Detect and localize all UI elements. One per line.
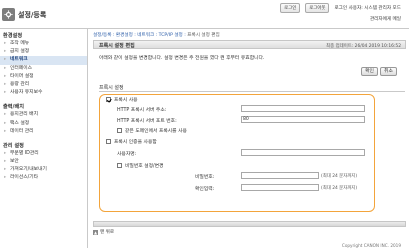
sidebar-item[interactable]: 용지관리 배치 bbox=[0, 111, 87, 119]
proxy-settings-header: 프록시 설정 bbox=[99, 84, 405, 92]
breadcrumb: 설정/등록 : 환경설정 : 네트워크 : TCP/IP 설정 : 프록시 설정… bbox=[93, 32, 220, 38]
sidebar-item[interactable]: 급지 설정 bbox=[0, 48, 87, 56]
sidebar-group-title: 환경설정 bbox=[3, 33, 23, 39]
section-title: 프록시 설정 편집 bbox=[99, 43, 135, 49]
sidebar: 환경설정조작 메뉴급지 설정네트워크인터페이스타이머 설정용량 관리사용자 유지… bbox=[0, 29, 88, 248]
confirm-password-label: 확인입력: bbox=[195, 187, 215, 192]
username-input[interactable] bbox=[241, 149, 365, 156]
section-header: 프록시 설정 편집 최종 업데이트: 26/04 2019 10:16:52 bbox=[93, 40, 406, 49]
sidebar-item[interactable]: 사용자 유지보수 bbox=[0, 89, 87, 97]
copyright-text: Copyright CANON INC. 2019 bbox=[341, 243, 401, 248]
sidebar-item[interactable]: 인터페이스 bbox=[0, 65, 87, 73]
use-proxy-label: 프록시 사용 bbox=[114, 98, 138, 103]
use-proxy-checkbox[interactable] bbox=[106, 97, 111, 102]
app-logo-area: 설정/등록 bbox=[2, 8, 46, 21]
sidebar-item[interactable]: 보안 bbox=[0, 158, 87, 166]
sidebar-item[interactable]: 라이선스/기타 bbox=[0, 174, 87, 182]
top-bar: 설정/등록 로그인 로그아웃 로그인 사용자: 시스템 관리자 모드 관리자에게… bbox=[0, 0, 409, 29]
login-user-text: 로그인 사용자: 시스템 관리자 모드 bbox=[334, 6, 401, 11]
server-address-input[interactable] bbox=[241, 105, 365, 112]
sidebar-item[interactable]: 네트워크 bbox=[0, 56, 87, 65]
same-domain-checkbox[interactable] bbox=[117, 128, 122, 133]
up-arrow-icon: ▲ bbox=[93, 229, 98, 235]
last-update-text: 최종 업데이트: 26/04 2019 10:16:52 bbox=[326, 43, 401, 49]
sidebar-item[interactable]: 팩스 설정 bbox=[0, 120, 87, 128]
sidebar-item[interactable]: 타이머 설정 bbox=[0, 73, 87, 81]
cancel-button[interactable]: 취소 bbox=[380, 67, 397, 76]
same-domain-label: 같은 도메인에서 프록시를 사용 bbox=[125, 129, 187, 134]
use-proxy-row: 프록시 사용 bbox=[106, 96, 138, 103]
user-bar: 로그인 로그아웃 로그인 사용자: 시스템 관리자 모드 bbox=[280, 3, 401, 13]
server-port-input[interactable]: 80 bbox=[241, 116, 365, 123]
sidebar-item[interactable]: 데이터 관리 bbox=[0, 128, 87, 136]
sidebar-group: 출력/배치용지관리 배치팩스 설정데이터 관리 bbox=[0, 102, 87, 136]
admin-mail-link[interactable]: 관리자에게 메일 bbox=[370, 16, 401, 22]
set-password-row: 비밀번호 설정/변경 bbox=[117, 162, 163, 169]
server-port-label: HTTP 프록시 서버 포트 번호: bbox=[117, 119, 177, 124]
logout-button[interactable]: 로그아웃 bbox=[305, 3, 330, 13]
sidebar-group: 환경설정조작 메뉴급지 설정네트워크인터페이스타이머 설정용량 관리사용자 유지… bbox=[0, 31, 87, 97]
settings-gear-icon bbox=[2, 8, 15, 21]
back-to-top-link[interactable]: ▲ 맨 위로 bbox=[93, 229, 114, 235]
sidebar-group-title: 출력/배치 bbox=[3, 104, 24, 111]
login-button[interactable]: 로그인 bbox=[280, 3, 301, 13]
sidebar-group-title: 관리 설정 bbox=[3, 142, 24, 149]
sidebar-item[interactable]: 가져오기/내보내기 bbox=[0, 166, 87, 174]
use-auth-row: 프록시 인증을 사용함 bbox=[106, 138, 157, 145]
password-hint: (최대 24 문자까지) bbox=[321, 174, 358, 179]
server-address-label: HTTP 프록시 서버 주소: bbox=[117, 108, 167, 113]
breadcrumb-current: 프록시 설정 편집 bbox=[187, 33, 220, 38]
password-label: 비밀번호: bbox=[195, 175, 215, 180]
main-content: 설정/등록 : 환경설정 : 네트워크 : TCP/IP 설정 : 프록시 설정… bbox=[89, 29, 409, 248]
confirm-password-hint: (최대 24 문자까지) bbox=[321, 186, 358, 191]
password-input[interactable] bbox=[241, 172, 319, 179]
bottom-bar bbox=[93, 221, 406, 227]
back-to-top-label: 맨 위로 bbox=[100, 230, 115, 235]
description-text: 아래와 같이 설정을 변경합니다. 설정 변경은 주 전원을 껐다 켠 후부터 … bbox=[99, 56, 265, 61]
breadcrumb-path[interactable]: 설정/등록 : 환경설정 : 네트워크 : TCP/IP 설정 : bbox=[93, 33, 187, 38]
username-label: 사용자명: bbox=[117, 152, 137, 157]
confirm-password-input[interactable] bbox=[241, 184, 319, 191]
sidebar-item[interactable]: 부문별 ID관리 bbox=[0, 150, 87, 158]
use-auth-checkbox[interactable] bbox=[106, 139, 111, 144]
sidebar-group: 관리 설정부문별 ID관리보안가져오기/내보내기라이선스/기타 bbox=[0, 141, 87, 183]
set-password-label: 비밀번호 설정/변경 bbox=[125, 164, 164, 169]
same-domain-row: 같은 도메인에서 프록시를 사용 bbox=[117, 127, 187, 134]
sidebar-item[interactable]: 용량 관리 bbox=[0, 81, 87, 89]
set-password-checkbox[interactable] bbox=[117, 163, 122, 168]
use-auth-label: 프록시 인증을 사용함 bbox=[114, 140, 157, 145]
sidebar-item[interactable]: 조작 메뉴 bbox=[0, 40, 87, 48]
app-title: 설정/등록 bbox=[18, 10, 47, 19]
ok-button[interactable]: 확인 bbox=[361, 67, 378, 76]
proxy-settings-title: 프록시 설정 bbox=[99, 85, 124, 91]
